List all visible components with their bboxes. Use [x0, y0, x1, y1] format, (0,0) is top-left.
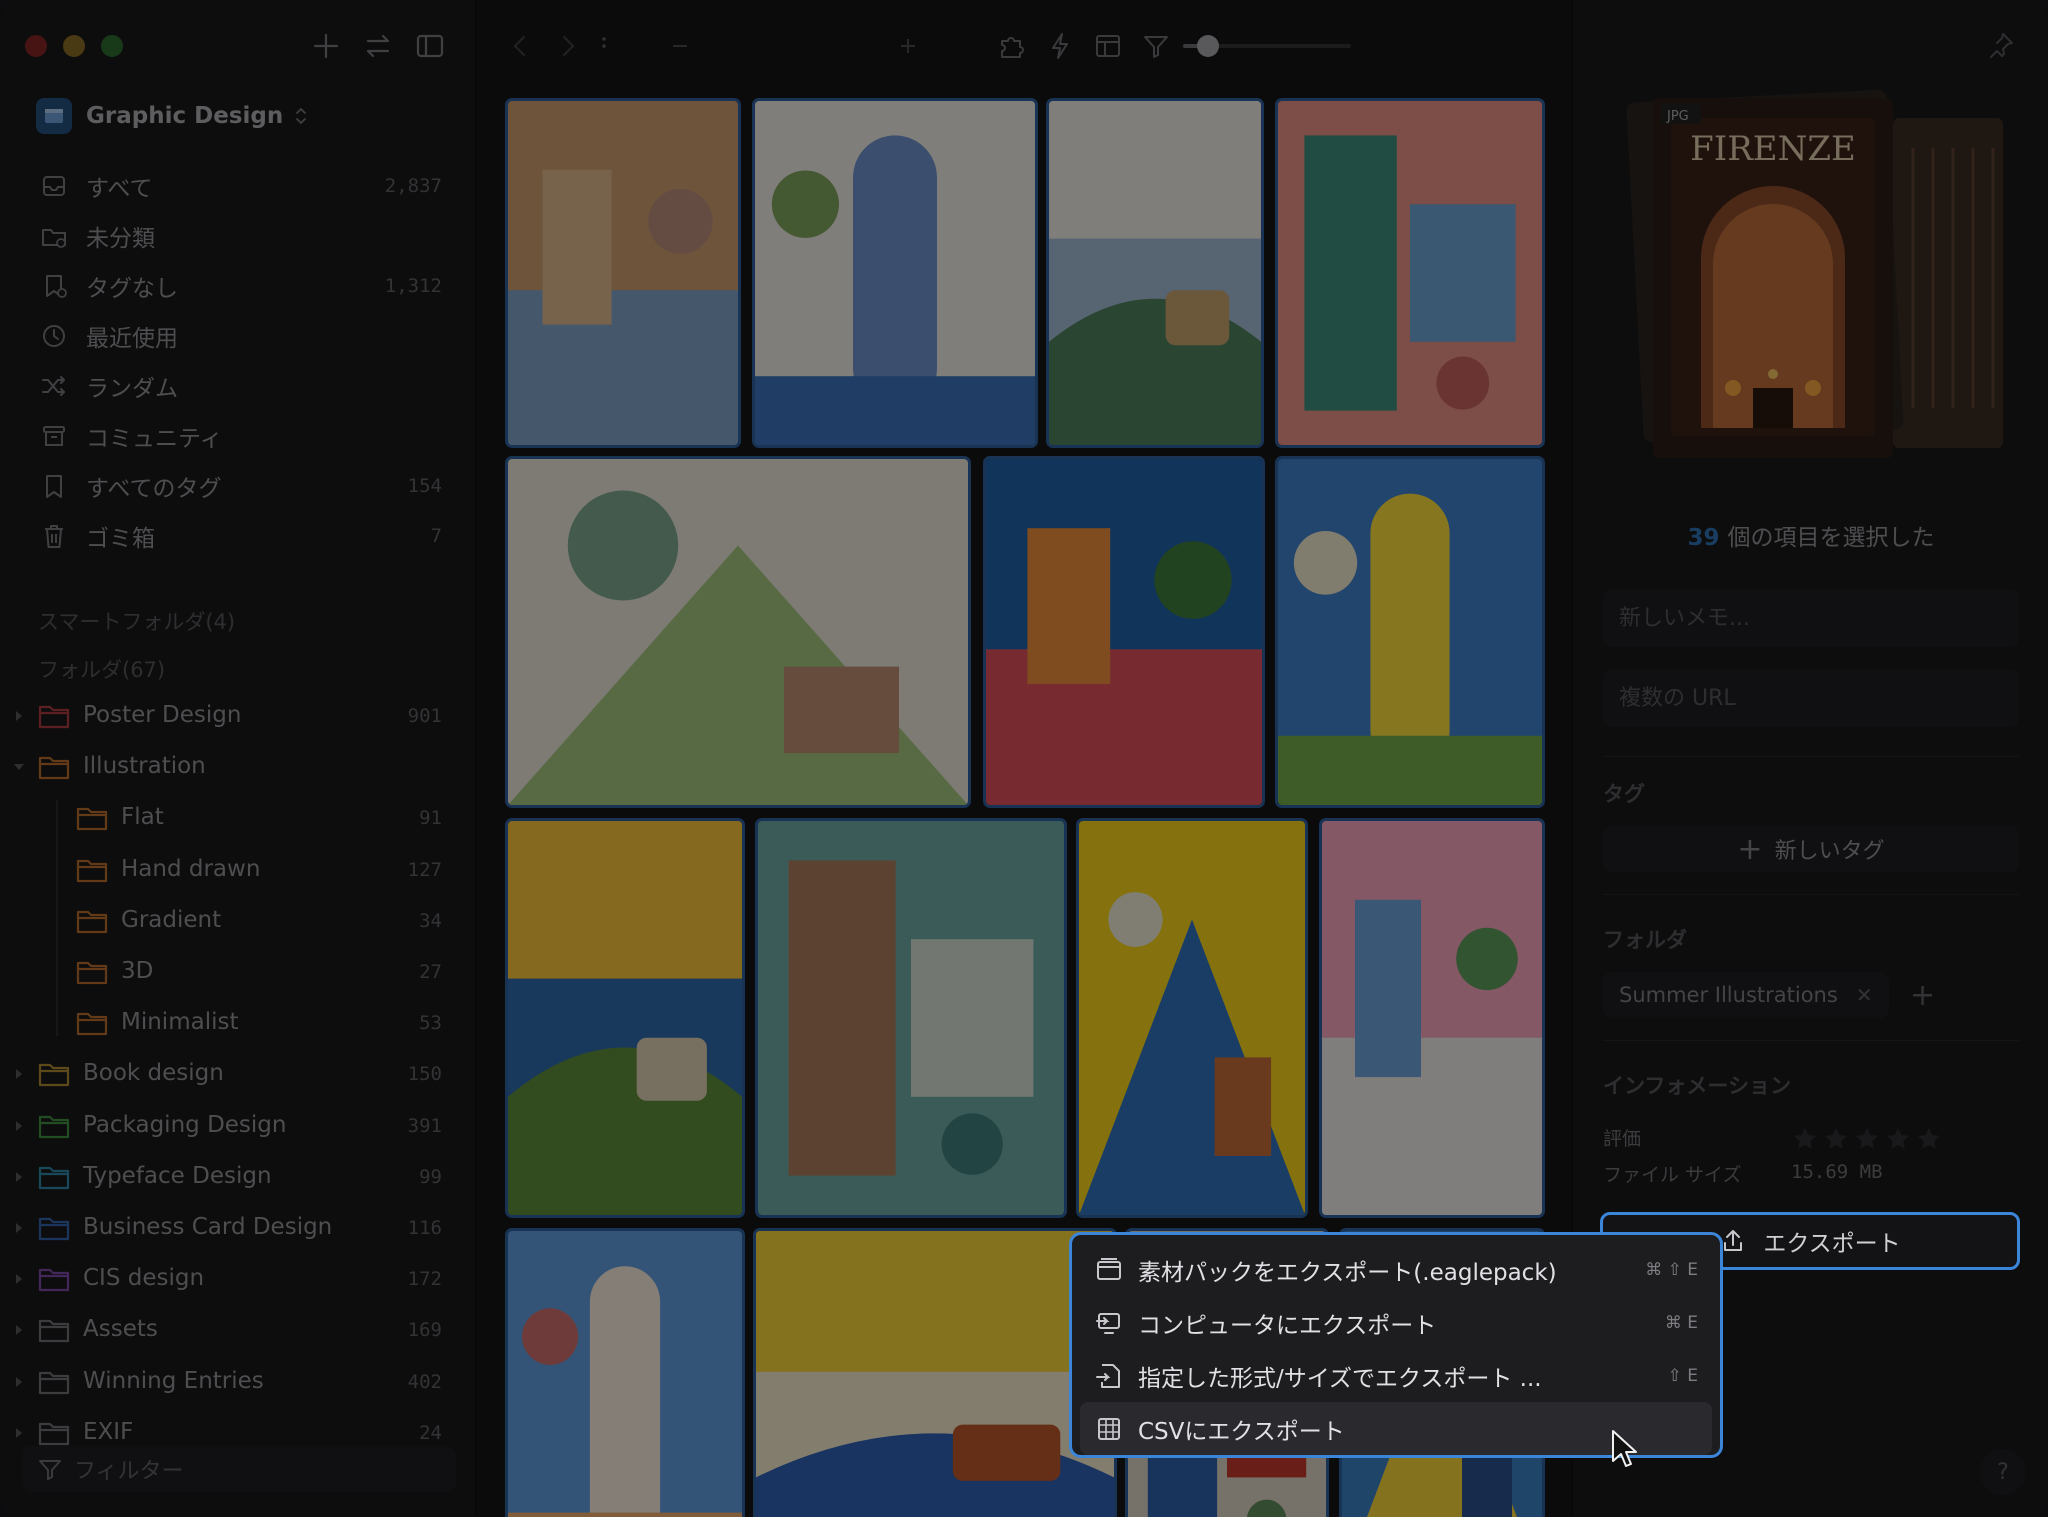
menu-item-shortcut: ⌘ ⇧ E — [1645, 1259, 1698, 1280]
menu-item-export-2[interactable]: コンピュータにエクスポート ⌘ E — [1080, 1296, 1712, 1349]
menu-item-export-1[interactable]: 素材パックをエクスポート(.eaglepack) ⌘ ⇧ E — [1080, 1243, 1712, 1296]
menu-item-shortcut: ⌘ E — [1664, 1312, 1698, 1333]
export-menu: 素材パックをエクスポート(.eaglepack) ⌘ ⇧ E コンピュータにエクスポ… — [1069, 1232, 1723, 1458]
menu-item-shortcut: ⇧ E — [1667, 1365, 1698, 1386]
export-computer-icon — [1096, 1312, 1120, 1334]
mouse-cursor-icon — [1612, 1430, 1637, 1467]
package-icon — [1097, 1257, 1121, 1280]
menu-item-label: コンピュータにエクスポート — [1138, 1312, 1437, 1339]
modal-dim-overlay — [0, 0, 2048, 1517]
eagle-app-window: Graphic Design すべて 2,837 未分類 タグなし 1,312 最近使用ラ… — [0, 0, 2048, 1517]
share-upload-icon — [1724, 1230, 1743, 1251]
menu-item-label: 素材パックをエクスポート(.eaglepack) — [1138, 1259, 1557, 1286]
export-label: エクスポート — [1763, 1231, 1901, 1257]
csv-table-icon — [1098, 1417, 1120, 1440]
menu-item-label: 指定した形式/サイズでエクスポート ... — [1138, 1365, 1542, 1392]
menu-item-export-3[interactable]: 指定した形式/サイズでエクスポート ... ⇧ E — [1080, 1349, 1712, 1402]
export-format-icon — [1096, 1363, 1120, 1388]
